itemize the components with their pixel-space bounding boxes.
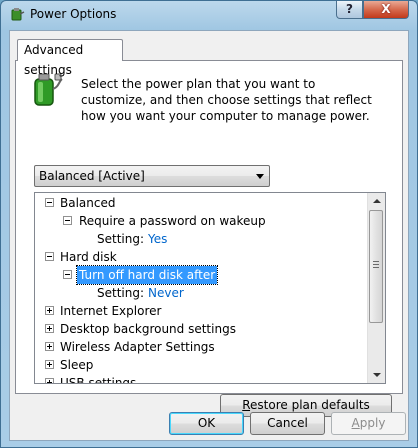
- close-button[interactable]: X: [363, 1, 409, 19]
- power-plan-dropdown[interactable]: Balanced [Active]: [34, 165, 270, 187]
- collapse-icon[interactable]: [45, 198, 54, 207]
- grip-icon: [373, 261, 379, 268]
- window-title: Power Options: [30, 7, 117, 21]
- apply-button[interactable]: Apply: [331, 412, 406, 435]
- advanced-settings-panel: Select the power plan that you want to c…: [15, 60, 403, 417]
- restore-access-key: R: [242, 398, 251, 412]
- tree-item-password-setting[interactable]: Setting: Yes: [97, 230, 167, 248]
- ok-button[interactable]: OK: [169, 412, 244, 435]
- tree-item-label: Require a password on wakeup: [79, 214, 266, 228]
- setting-value-link[interactable]: Yes: [148, 232, 167, 246]
- vertical-scrollbar[interactable]: [367, 193, 385, 383]
- expand-icon[interactable]: [45, 360, 54, 369]
- tree-item-label: Desktop background settings: [60, 322, 236, 336]
- tree-item-label-selected: Turn off hard disk after: [75, 265, 219, 285]
- scroll-down-arrow-icon[interactable]: [368, 366, 385, 383]
- expand-icon[interactable]: [45, 378, 54, 383]
- power-options-window: Power Options ? X Advanced settings Sele…: [0, 0, 418, 448]
- restore-label: estore plan defaults: [250, 398, 370, 412]
- expand-icon[interactable]: [45, 306, 54, 315]
- setting-label: Setting:: [97, 286, 145, 300]
- settings-tree[interactable]: Balanced Require a password on wakeup Se…: [34, 192, 386, 384]
- apply-label: pply: [359, 416, 386, 430]
- scroll-thumb[interactable]: [369, 210, 383, 323]
- tab-advanced-settings[interactable]: Advanced settings: [17, 39, 123, 77]
- cancel-button[interactable]: Cancel: [250, 412, 325, 435]
- setting-value-link[interactable]: Never: [148, 286, 184, 300]
- tree-item-label: USB settings: [60, 376, 137, 384]
- title-bar[interactable]: Power Options ? X: [1, 1, 417, 27]
- chevron-down-icon[interactable]: [256, 174, 264, 179]
- instructions-text: Select the power plan that you want to c…: [81, 77, 372, 123]
- expand-icon[interactable]: [45, 324, 54, 333]
- scroll-up-arrow-icon[interactable]: [368, 193, 385, 210]
- tree-item-label: Internet Explorer: [60, 304, 162, 318]
- apply-access-key: A: [351, 416, 360, 430]
- power-options-icon: [11, 8, 25, 21]
- power-plan-dropdown-value: Balanced [Active]: [39, 169, 145, 183]
- help-button[interactable]: ?: [336, 1, 363, 19]
- dialog-body: Advanced settings Select the power plan …: [9, 30, 409, 441]
- setting-label: Setting:: [97, 232, 145, 246]
- tree-item-hard-disk-setting[interactable]: Setting: Never: [97, 284, 184, 302]
- collapse-icon[interactable]: [45, 252, 54, 261]
- tree-item-label: Hard disk: [60, 250, 117, 264]
- tree-item-label: Wireless Adapter Settings: [60, 340, 215, 354]
- tree-item-label: Balanced: [60, 196, 116, 210]
- tree-item-label: Sleep: [60, 358, 94, 372]
- collapse-icon[interactable]: [63, 270, 72, 279]
- collapse-icon[interactable]: [63, 216, 72, 225]
- expand-icon[interactable]: [45, 342, 54, 351]
